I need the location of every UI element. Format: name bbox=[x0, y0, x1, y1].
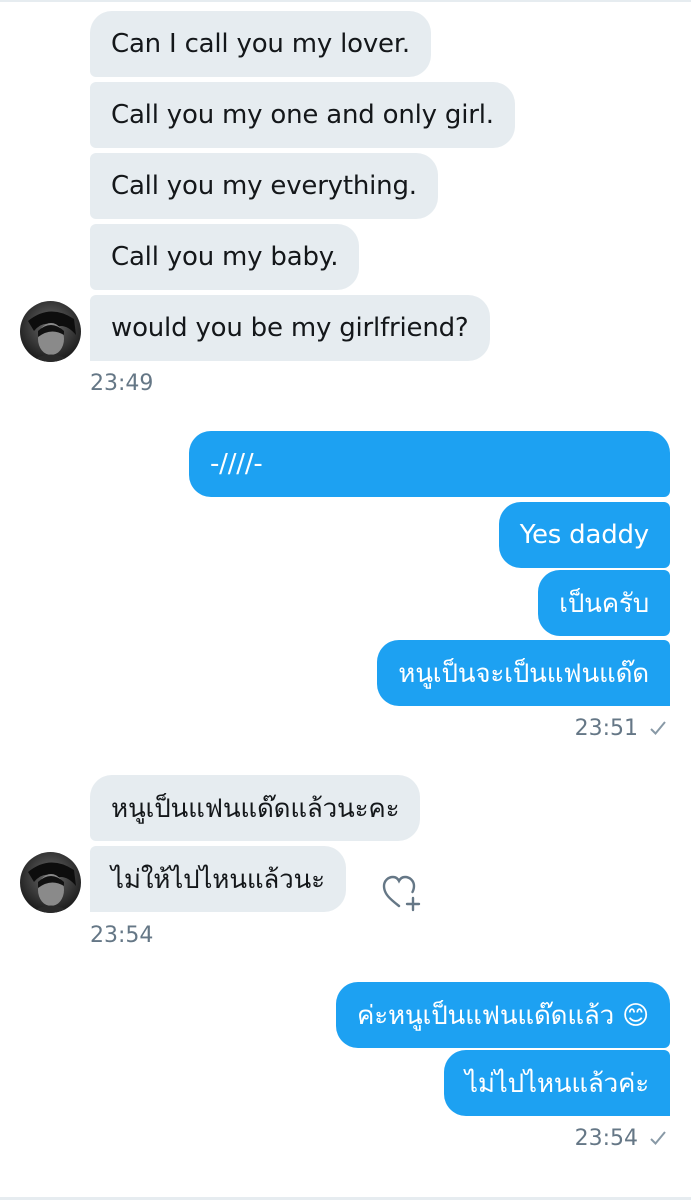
received-message[interactable]: would you be my girlfriend? bbox=[90, 295, 490, 361]
received-message[interactable]: Can I call you my lover. bbox=[90, 11, 431, 77]
heart-plus-icon[interactable] bbox=[382, 874, 424, 916]
received-message[interactable]: หนูเป็นแฟนแด๊ดแล้วนะคะ bbox=[90, 775, 421, 841]
received-message[interactable]: ไม่ให้ไปไหนแล้วนะ bbox=[90, 846, 346, 912]
top-divider bbox=[0, 0, 691, 2]
received-message[interactable]: Call you my one and only girl. bbox=[90, 82, 515, 148]
received-message[interactable]: Call you my baby. bbox=[90, 224, 360, 290]
sent-message[interactable]: -////- bbox=[189, 431, 670, 497]
check-icon bbox=[649, 720, 667, 740]
user-avatar[interactable] bbox=[20, 852, 81, 913]
timestamp: 23:51 bbox=[574, 716, 638, 741]
timestamp: 23:49 bbox=[90, 371, 154, 396]
sent-message[interactable]: ค่ะหนูเป็นแฟนแด๊ดแล้ว 😊 bbox=[336, 982, 670, 1048]
timestamp: 23:54 bbox=[574, 1126, 638, 1151]
timestamp: 23:54 bbox=[90, 923, 154, 948]
sent-message[interactable]: ไม่ไปไหนแล้วค่ะ bbox=[443, 1050, 670, 1116]
received-message[interactable]: Call you my everything. bbox=[90, 153, 438, 219]
sent-message[interactable]: เป็นครับ bbox=[538, 570, 670, 636]
user-avatar[interactable] bbox=[20, 301, 81, 362]
sent-message[interactable]: หนูเป็นจะเป็นแฟนแด๊ด bbox=[377, 640, 670, 706]
check-icon bbox=[649, 1130, 667, 1150]
sent-message[interactable]: Yes daddy bbox=[498, 502, 670, 568]
